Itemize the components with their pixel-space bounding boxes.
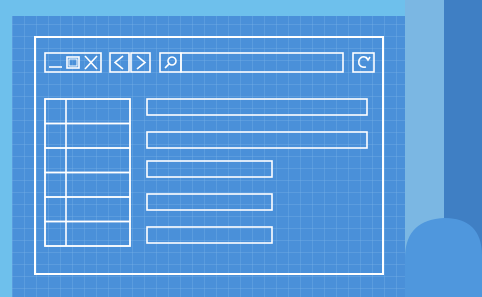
blueprint-sheet — [0, 0, 482, 297]
sheet-curl — [405, 218, 482, 297]
blueprint-browser-illustration — [0, 0, 482, 297]
